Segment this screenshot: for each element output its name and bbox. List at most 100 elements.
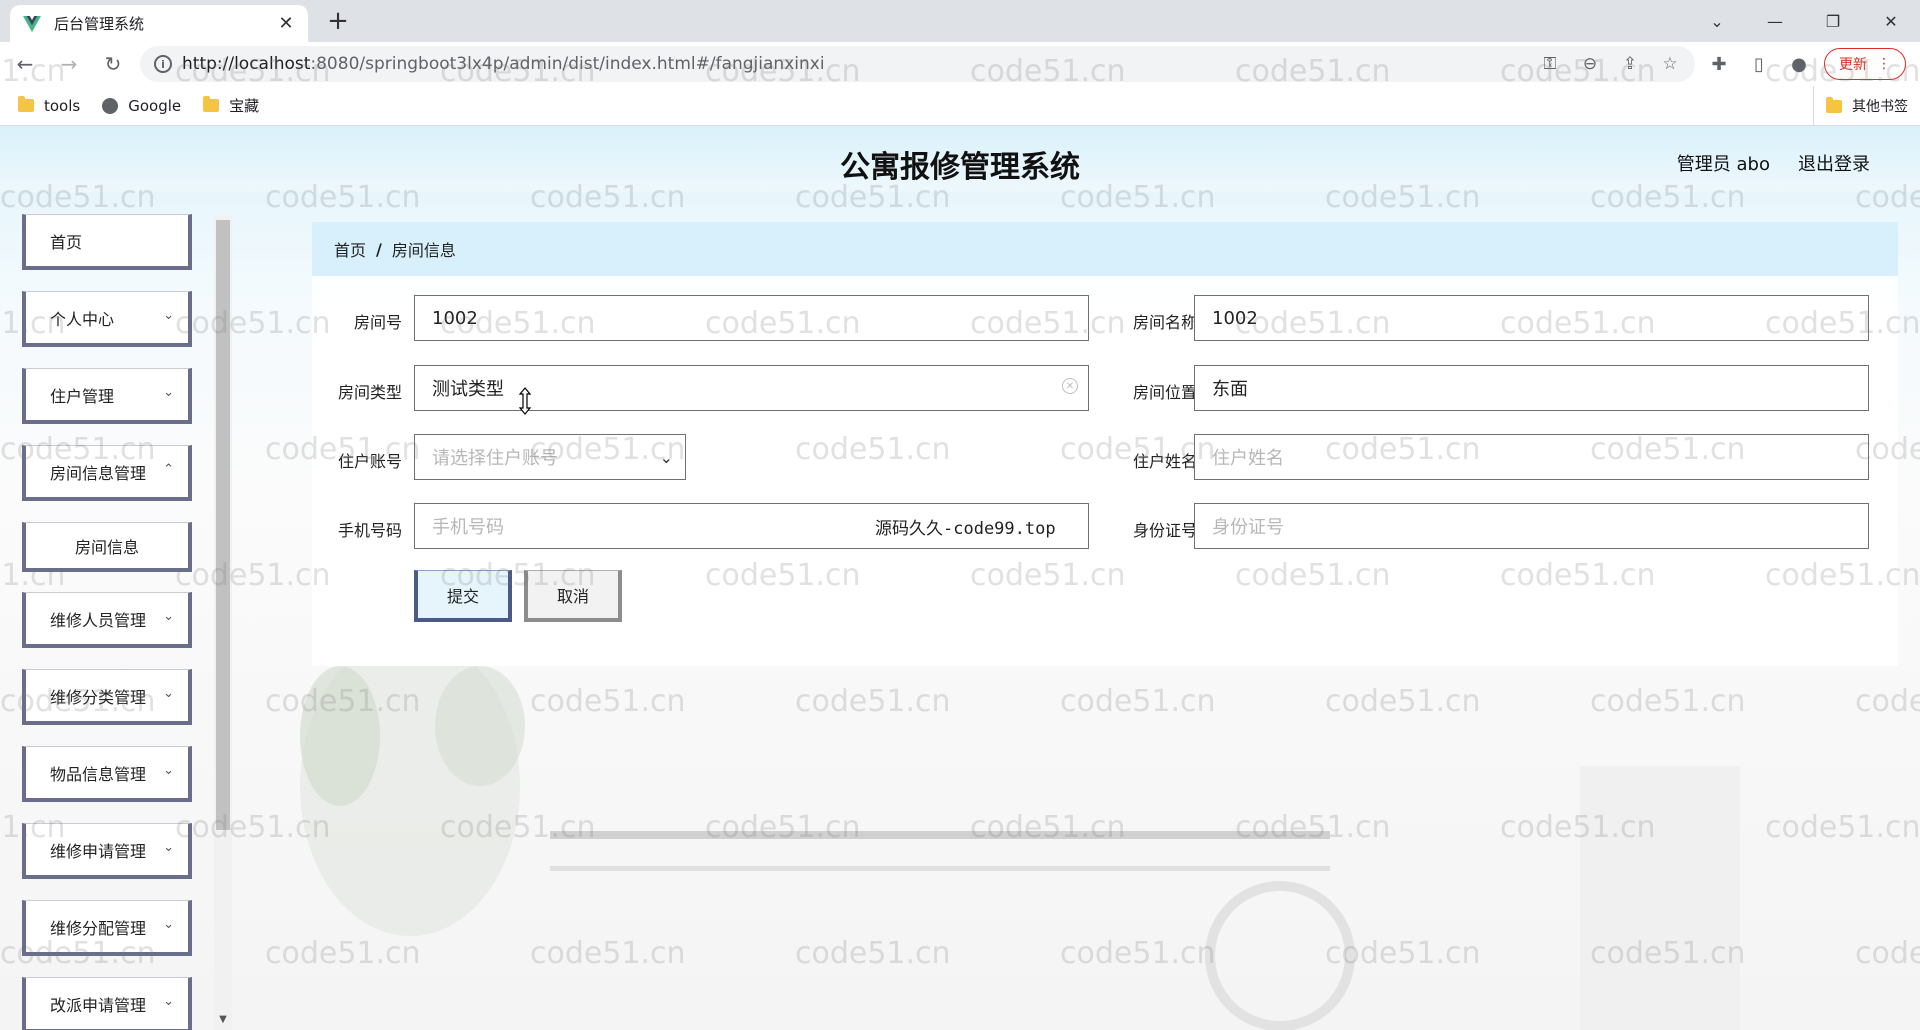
sidebar-subitem-room-info[interactable]: 房间信息 — [22, 522, 192, 572]
sidebar-item-repair-staff-management[interactable]: 维修人员管理 ⌄ — [22, 592, 192, 648]
phone-label: 手机号码 — [337, 521, 402, 540]
profile-avatar-icon[interactable]: ● — [1784, 54, 1814, 75]
chevron-down-icon: ⌄ — [659, 448, 673, 467]
sidebar-item-label: 住户管理 — [50, 386, 115, 406]
address-bar[interactable]: i http://localhost:8080/springboot3lx4p/… — [140, 46, 1695, 82]
close-tab-icon[interactable]: ✕ — [276, 13, 296, 34]
sidebar-scrollbar-thumb[interactable] — [216, 220, 230, 830]
source-overlay-text: 源码久久-code99.top — [875, 519, 1056, 539]
room-type-input[interactable]: 测试类型 ✕ — [414, 365, 1089, 411]
sidebar-item-label: 房间信息 — [74, 537, 139, 557]
other-bookmarks[interactable]: 其他书签 — [1813, 86, 1908, 126]
share-icon[interactable]: ⇪ — [1617, 54, 1643, 74]
background-illustration — [300, 666, 1740, 1030]
bookmark-tools[interactable]: tools — [18, 96, 80, 115]
side-panel-icon[interactable]: ▯ — [1744, 54, 1774, 75]
sidebar-item-label: 物品信息管理 — [50, 764, 147, 784]
resident-account-placeholder: 请选择住户账号 — [432, 448, 558, 469]
sidebar-item-repair-category-management[interactable]: 维修分类管理 ⌄ — [22, 669, 192, 725]
sidebar-item-label: 改派申请管理 — [50, 995, 147, 1015]
sidebar-item-repair-assignment-management[interactable]: 维修分配管理 ⌄ — [22, 900, 192, 956]
vue-logo-icon — [22, 14, 42, 34]
room-no-input[interactable]: 1002 — [414, 295, 1089, 341]
clear-icon[interactable]: ✕ — [1062, 378, 1078, 394]
browser-tabstrip: 后台管理系统 ✕ + ⌄ — ❐ ✕ — [0, 0, 1920, 42]
sidebar-item-label: 维修分配管理 — [50, 918, 147, 938]
browser-toolbar: ← → ↻ i http://localhost:8080/springboot… — [0, 42, 1920, 86]
sidebar-item-room-info-management[interactable]: 房间信息管理 ⌃ — [22, 445, 192, 501]
room-no-label: 房间号 — [353, 313, 402, 332]
extensions-icon[interactable]: ✚ — [1704, 54, 1734, 75]
bookmark-treasure[interactable]: 宝藏 — [203, 95, 259, 116]
bookmarks-bar: tools Google 宝藏 其他书签 — [0, 86, 1920, 126]
sidebar-item-label: 房间信息管理 — [50, 463, 147, 483]
chevron-down-icon: ⌄ — [163, 385, 174, 400]
zoom-icon[interactable]: ⊖ — [1577, 54, 1603, 74]
sidebar-item-label: 维修人员管理 — [50, 610, 147, 630]
sidebar-item-label: 维修分类管理 — [50, 687, 147, 707]
chevron-down-icon: ⌄ — [163, 994, 174, 1009]
room-type-label: 房间类型 — [337, 383, 402, 402]
sidebar-item-resident-management[interactable]: 住户管理 ⌄ — [22, 368, 192, 424]
sidebar-item-label: 首页 — [50, 232, 83, 252]
password-key-icon[interactable]: ⚿ — [1537, 54, 1563, 74]
room-location-input[interactable]: 东面 — [1194, 365, 1869, 411]
room-name-input[interactable]: 1002 — [1194, 295, 1869, 341]
sidebar-item-reassign-request-management[interactable]: 改派申请管理 ⌄ — [22, 977, 192, 1030]
sidebar-item-personal-center[interactable]: 个人中心 ⌄ — [22, 291, 192, 347]
minimize-icon[interactable]: — — [1746, 0, 1804, 42]
chevron-up-icon: ⌃ — [163, 462, 174, 477]
breadcrumb-separator: / — [376, 239, 382, 259]
sidebar-item-label: 维修申请管理 — [50, 841, 147, 861]
scroll-down-arrow-icon[interactable]: ▼ — [216, 1014, 230, 1025]
sidebar-item-repair-request-management[interactable]: 维修申请管理 ⌄ — [22, 823, 192, 879]
resident-name-input[interactable]: 住户姓名 — [1194, 434, 1869, 480]
site-info-icon[interactable]: i — [154, 55, 172, 73]
tab-search-icon[interactable]: ⌄ — [1688, 0, 1746, 42]
resident-name-label: 住户姓名 — [1132, 452, 1197, 471]
room-info-form: 房间号 1002 房间名称 1002 房间类型 测试类型 ✕ 房间位置 东面 住… — [312, 276, 1898, 666]
back-icon[interactable]: ← — [6, 45, 44, 83]
new-tab-button[interactable]: + — [322, 6, 354, 38]
resident-account-select[interactable]: 请选择住户账号 ⌄ — [414, 434, 686, 480]
update-button[interactable]: 更新 ⋮ — [1824, 48, 1906, 80]
submit-button[interactable]: 提交 — [414, 570, 512, 622]
url-text[interactable]: http://localhost:8080/springboot3lx4p/ad… — [182, 54, 825, 74]
current-user: 管理员 abo — [1676, 154, 1770, 175]
bookmark-google[interactable]: Google — [102, 97, 181, 115]
sidebar-item-goods-info-management[interactable]: 物品信息管理 ⌄ — [22, 746, 192, 802]
browser-tab[interactable]: 后台管理系统 ✕ — [10, 5, 308, 42]
app-root: 公寓报修管理系统 管理员 abo 退出登录 首页 个人中心 ⌄ 住户管理 ⌄ 房间信… — [0, 126, 1920, 1030]
room-type-value: 测试类型 — [432, 379, 504, 400]
folder-icon — [1826, 96, 1842, 113]
reload-icon[interactable]: ↻ — [94, 45, 132, 83]
cursor-icon — [518, 387, 532, 415]
breadcrumb: 首页 / 房间信息 — [312, 222, 1898, 276]
sidebar: 首页 个人中心 ⌄ 住户管理 ⌄ 房间信息管理 ⌃ 房间信息 维修人员管理 ⌄ 维修分类… — [0, 206, 235, 1030]
breadcrumb-current: 房间信息 — [391, 241, 456, 260]
chevron-down-icon: ⌄ — [163, 686, 174, 701]
more-menu-icon: ⋮ — [1877, 56, 1891, 72]
id-card-input[interactable]: 身份证号 — [1194, 503, 1869, 549]
restore-icon[interactable]: ❐ — [1804, 0, 1862, 42]
app-header: 公寓报修管理系统 管理员 abo 退出登录 — [0, 126, 1920, 192]
logout-link[interactable]: 退出登录 — [1798, 150, 1870, 176]
breadcrumb-home[interactable]: 首页 — [334, 237, 366, 261]
sidebar-item-home[interactable]: 首页 — [22, 214, 192, 270]
app-title: 公寓报修管理系统 — [840, 150, 1080, 185]
cancel-button[interactable]: 取消 — [524, 570, 622, 622]
chevron-down-icon: ⌄ — [163, 763, 174, 778]
close-window-icon[interactable]: ✕ — [1862, 0, 1920, 42]
chevron-down-icon: ⌄ — [163, 609, 174, 624]
bookmark-star-icon[interactable]: ☆ — [1657, 54, 1683, 74]
folder-icon — [18, 96, 34, 112]
forward-icon[interactable]: → — [50, 45, 88, 83]
tab-title: 后台管理系统 — [54, 15, 145, 33]
resident-account-label: 住户账号 — [337, 452, 402, 471]
globe-icon — [102, 97, 119, 114]
room-location-label: 房间位置 — [1132, 383, 1197, 402]
sidebar-item-label: 个人中心 — [50, 309, 115, 329]
chevron-down-icon: ⌄ — [163, 917, 174, 932]
chevron-down-icon: ⌄ — [163, 308, 174, 323]
folder-icon — [203, 96, 220, 112]
